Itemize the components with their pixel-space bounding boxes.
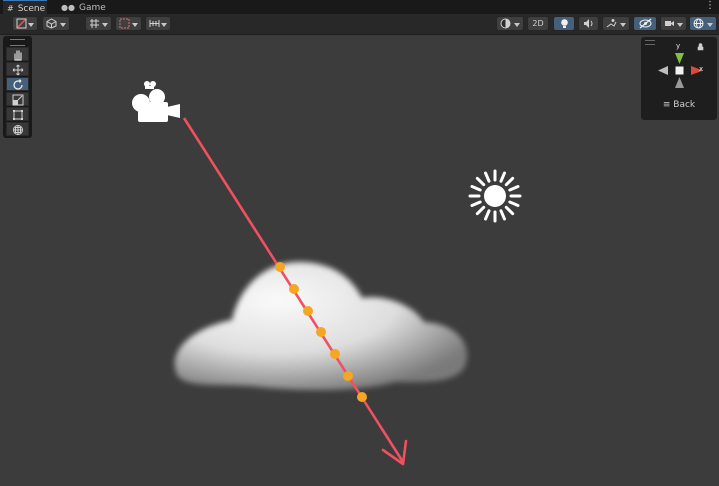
lightbulb-icon — [561, 19, 568, 28]
rect-tool-button[interactable] — [6, 107, 29, 121]
grid-snapping-dropdown[interactable] — [85, 16, 112, 31]
cloud-object[interactable] — [174, 262, 468, 391]
menu-lines-icon: ≡ — [662, 100, 674, 110]
editor-tab-bar: # Scene ●● Game ⋮ — [0, 0, 719, 14]
chevron-down-icon — [60, 23, 66, 27]
lock-icon[interactable] — [697, 43, 704, 51]
ray-arrowhead-icon — [381, 439, 408, 466]
directional-light-icon[interactable] — [468, 169, 522, 223]
toggle-2d-button[interactable]: 2D — [527, 16, 549, 31]
hand-tool-button[interactable] — [6, 47, 29, 61]
hit-marker — [330, 349, 340, 359]
camera-settings-dropdown[interactable] — [660, 16, 687, 31]
hit-marker — [357, 392, 367, 402]
scale-icon — [12, 94, 24, 106]
increment-snap-dropdown[interactable] — [145, 16, 171, 31]
grid-snap-icon — [90, 19, 99, 28]
transform-tool-button[interactable] — [6, 122, 29, 136]
chevron-down-icon — [514, 23, 520, 27]
gizmos-dropdown[interactable] — [689, 16, 717, 31]
grid-visibility-icon — [119, 18, 130, 29]
toggle-audio-button[interactable] — [578, 16, 599, 31]
hit-marker — [275, 262, 285, 272]
back-label: Back — [673, 100, 696, 110]
scene-viewport[interactable] — [0, 35, 719, 486]
y-axis-label: y — [676, 42, 681, 50]
x-axis-label: x — [699, 65, 704, 73]
transform-icon — [13, 125, 23, 135]
video-camera-icon — [665, 21, 674, 26]
tab-game-label: Game — [78, 3, 106, 13]
center-cube-icon[interactable] — [675, 66, 684, 75]
hit-marker — [303, 306, 313, 316]
rect-transform-icon — [13, 110, 23, 120]
drag-handle-icon[interactable] — [10, 39, 25, 46]
rotate-icon — [13, 79, 23, 90]
shaded-mode-icon — [16, 18, 27, 29]
more-options-icon[interactable]: ⋮ — [705, 0, 715, 12]
toggle-lighting-button[interactable] — [553, 16, 575, 31]
globe-icon — [693, 18, 704, 29]
gamepad-icon: ●● — [61, 3, 75, 12]
tab-scene-label: Scene — [17, 4, 46, 14]
back-view-button[interactable]: ≡ Back — [641, 100, 717, 110]
render-mode-dropdown[interactable] — [42, 16, 70, 31]
neg-y-axis-cone-icon[interactable] — [675, 77, 684, 88]
hand-icon — [14, 50, 22, 61]
draw-mode-dropdown[interactable] — [12, 16, 38, 31]
scene-toolbar: 2D — [0, 14, 719, 35]
shaded-sphere-icon — [500, 18, 511, 29]
eye-slash-icon — [639, 18, 652, 29]
tab-game[interactable]: ●● Game — [57, 0, 113, 14]
ruler-icon — [149, 20, 160, 27]
rotate-tool-button[interactable] — [6, 77, 29, 91]
chevron-down-icon — [132, 23, 138, 27]
move-icon — [12, 64, 24, 76]
toggle-2d-label: 2D — [532, 19, 544, 28]
shading-mode-dropdown[interactable] — [496, 16, 524, 31]
move-tool-button[interactable] — [6, 62, 29, 76]
chevron-down-icon — [677, 23, 683, 27]
audio-icon — [584, 19, 593, 28]
chevron-down-icon — [620, 23, 626, 27]
scale-tool-button[interactable] — [6, 92, 29, 106]
tools-overlay — [3, 36, 32, 138]
chevron-down-icon — [102, 23, 108, 27]
camera-icon[interactable] — [132, 81, 180, 122]
hit-marker — [343, 371, 353, 381]
effects-icon — [606, 19, 617, 28]
chevron-down-icon — [707, 23, 713, 27]
chevron-down-icon — [28, 23, 34, 27]
y-axis-cone-icon[interactable] — [675, 53, 684, 64]
toggle-hidden-objects-button[interactable] — [633, 16, 657, 31]
hit-marker — [289, 284, 299, 294]
neg-x-axis-cone-icon[interactable] — [658, 66, 668, 75]
orientation-gizmo: y x ≡ Back — [641, 37, 717, 120]
chevron-down-icon — [161, 23, 167, 27]
tab-scene[interactable]: # Scene — [3, 0, 47, 14]
effects-dropdown[interactable] — [602, 16, 630, 31]
hit-marker — [316, 327, 326, 337]
cube-icon — [46, 18, 57, 29]
grid-visibility-dropdown[interactable] — [115, 16, 142, 31]
grid-icon: # — [7, 4, 14, 13]
